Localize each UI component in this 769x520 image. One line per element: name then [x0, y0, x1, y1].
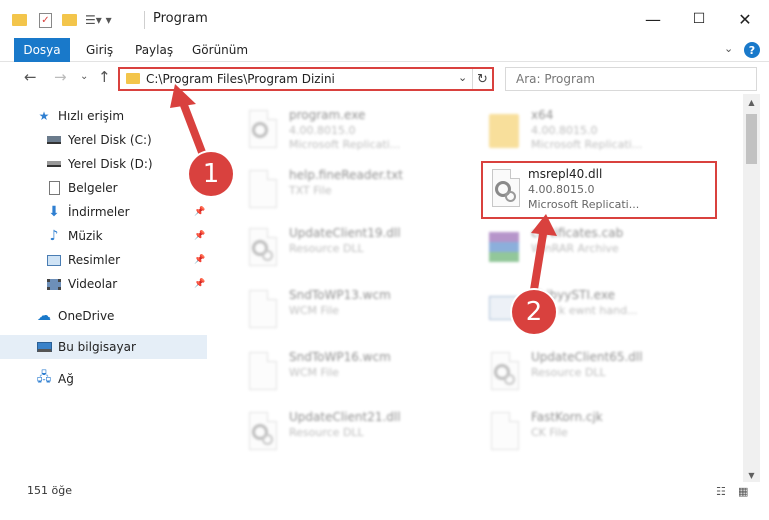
step-2-badge: 2	[512, 290, 556, 334]
arrow-1-head	[170, 84, 196, 108]
step-1-badge: 1	[189, 152, 233, 196]
arrow-2-head	[531, 214, 557, 236]
annotation-arrows	[170, 84, 557, 306]
